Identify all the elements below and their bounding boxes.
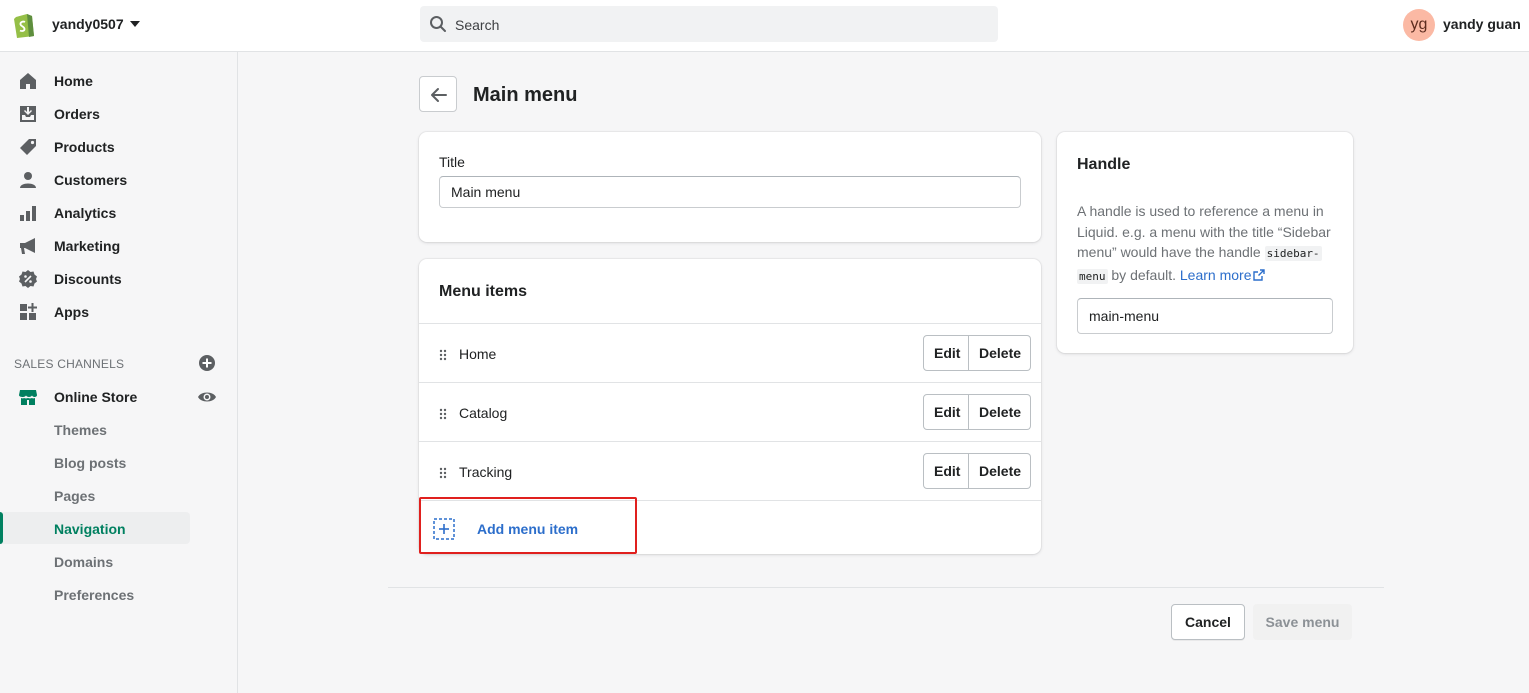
- sidebar-subitem-blog-posts[interactable]: Blog posts: [0, 446, 190, 478]
- page-title: Main menu: [473, 84, 578, 106]
- sidebar: Home Orders Products Customers Analytics…: [0, 52, 238, 693]
- sidebar-subitem-label: Domains: [54, 554, 114, 570]
- sidebar-subitem-label: Pages: [54, 488, 96, 504]
- menu-item-row-home: Home Edit Delete: [419, 323, 1041, 382]
- sidebar-subitem-domains[interactable]: Domains: [0, 545, 190, 577]
- title-card: Title: [419, 132, 1041, 242]
- shopify-logo-icon[interactable]: [12, 11, 36, 39]
- edit-button[interactable]: Edit: [923, 335, 969, 371]
- add-menu-item-button[interactable]: Add menu item: [419, 497, 1041, 554]
- delete-button[interactable]: Delete: [969, 453, 1031, 489]
- handle-card: Handle A handle is used to reference a m…: [1057, 132, 1353, 353]
- menu-items-heading: Menu items: [439, 283, 528, 300]
- edit-button[interactable]: Edit: [923, 453, 969, 489]
- menu-item-actions: Edit Delete: [923, 335, 1031, 371]
- arrow-left-icon: [431, 88, 447, 102]
- tag-icon: [20, 139, 36, 155]
- handle-code-sample: menu: [1077, 268, 1108, 284]
- sidebar-subitem-label: Navigation: [54, 521, 126, 537]
- sidebar-subitem-navigation[interactable]: Navigation: [0, 512, 190, 544]
- sidebar-subitem-themes[interactable]: Themes: [0, 413, 190, 445]
- save-menu-button[interactable]: Save menu: [1253, 604, 1352, 640]
- menu-item-actions: Edit Delete: [923, 453, 1031, 489]
- cancel-button[interactable]: Cancel: [1171, 604, 1245, 640]
- eye-icon[interactable]: [197, 387, 217, 407]
- handle-heading: Handle: [1077, 156, 1131, 173]
- edit-button[interactable]: Edit: [923, 394, 969, 430]
- menu-item-label: Catalog: [459, 405, 508, 421]
- sidebar-item-label: Analytics: [54, 205, 117, 221]
- home-icon: [20, 73, 36, 89]
- caret-down-icon[interactable]: [130, 21, 140, 27]
- search-placeholder: Search: [455, 17, 500, 33]
- learn-more-link[interactable]: Learn more: [1180, 267, 1266, 283]
- sidebar-item-label: Apps: [54, 304, 89, 320]
- store-icon: [19, 390, 37, 405]
- bar-chart-icon: [20, 206, 36, 221]
- apps-icon: [20, 303, 37, 320]
- external-link-icon: [1253, 268, 1266, 281]
- sidebar-item-label: Online Store: [54, 389, 138, 405]
- sidebar-subitem-label: Preferences: [54, 587, 135, 603]
- sidebar-item-label: Marketing: [54, 238, 121, 254]
- menu-items-card: Menu items Home Edit Delete Catalog Edit…: [419, 259, 1041, 554]
- delete-button[interactable]: Delete: [969, 335, 1031, 371]
- title-input[interactable]: [439, 176, 1021, 208]
- handle-input[interactable]: [1077, 298, 1333, 334]
- menu-item-row-tracking: Tracking Edit Delete: [419, 441, 1041, 500]
- sidebar-subitem-label: Blog posts: [54, 455, 127, 471]
- menu-item-row-catalog: Catalog Edit Delete: [419, 382, 1041, 441]
- sales-channels-label: SALES CHANNELS: [14, 357, 125, 371]
- sidebar-subitem-pages[interactable]: Pages: [0, 479, 190, 511]
- user-name[interactable]: yandy guan: [1443, 16, 1521, 32]
- sidebar-subitem-preferences[interactable]: Preferences: [0, 578, 190, 610]
- menu-item-actions: Edit Delete: [923, 394, 1031, 430]
- add-item-icon: [433, 518, 455, 540]
- title-label: Title: [439, 154, 465, 170]
- sidebar-item-customers[interactable]: Customers: [0, 163, 238, 195]
- sidebar-item-marketing[interactable]: Marketing: [0, 229, 238, 261]
- sidebar-item-label: Products: [54, 139, 115, 155]
- footer-divider: [388, 587, 1384, 588]
- sidebar-item-products[interactable]: Products: [0, 130, 238, 162]
- sidebar-item-label: Discounts: [54, 271, 122, 287]
- back-button[interactable]: [419, 76, 457, 112]
- orders-icon: [20, 106, 36, 122]
- person-icon: [20, 172, 36, 188]
- megaphone-icon: [20, 238, 35, 254]
- sidebar-item-discounts[interactable]: Discounts: [0, 262, 238, 294]
- add-menu-item-label: Add menu item: [477, 521, 579, 537]
- top-bar: yandy0507 Search yg yandy guan: [0, 0, 1529, 52]
- handle-code-sample: sidebar-: [1264, 246, 1322, 261]
- menu-item-label: Tracking: [459, 464, 513, 480]
- learn-more-label: Learn more: [1179, 266, 1252, 283]
- handle-desc-text: by default.: [1107, 266, 1180, 283]
- store-name[interactable]: yandy0507: [52, 16, 124, 32]
- delete-button[interactable]: Delete: [969, 394, 1031, 430]
- sidebar-item-label: Orders: [54, 106, 100, 122]
- sidebar-item-home[interactable]: Home: [0, 64, 238, 96]
- search-input[interactable]: Search: [420, 6, 998, 42]
- avatar[interactable]: yg: [1403, 9, 1435, 41]
- drag-handle-icon[interactable]: [439, 467, 447, 479]
- sidebar-item-analytics[interactable]: Analytics: [0, 196, 238, 228]
- sidebar-item-orders[interactable]: Orders: [0, 97, 238, 129]
- search-icon: [430, 16, 446, 32]
- discount-icon: [19, 270, 37, 288]
- sidebar-item-label: Customers: [54, 172, 128, 188]
- menu-item-label: Home: [459, 346, 497, 362]
- sidebar-item-apps[interactable]: Apps: [0, 295, 238, 327]
- sidebar-subitem-label: Themes: [54, 422, 107, 438]
- handle-description: A handle is used to reference a menu in …: [1077, 201, 1337, 287]
- drag-handle-icon[interactable]: [439, 408, 447, 420]
- add-circle-icon[interactable]: [198, 354, 216, 372]
- drag-handle-icon[interactable]: [439, 349, 447, 361]
- sidebar-item-label: Home: [54, 73, 93, 89]
